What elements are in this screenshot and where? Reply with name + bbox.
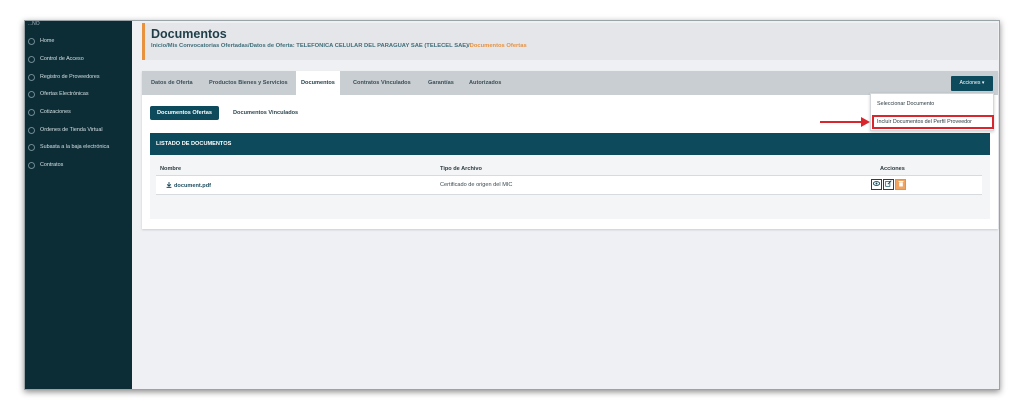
edit-icon [885, 180, 892, 187]
sidebar-item-cotizaciones[interactable]: Cotizaciones [25, 105, 132, 119]
circle-icon [28, 55, 35, 63]
column-header-nombre: Nombre [160, 166, 182, 172]
file-link[interactable]: document.pdf [174, 183, 211, 189]
sidebar-item-registro-proveedores[interactable]: Registro de Proveedores [25, 70, 132, 84]
annotation-arrow-head [861, 117, 870, 127]
sidebar-item-label: Contratos [40, 162, 64, 168]
circle-icon [28, 126, 35, 134]
annotation-arrow [820, 121, 862, 123]
page-title: Documentos [151, 27, 227, 41]
app-window: ...NO Home Control de Acceso Registro de… [24, 20, 1000, 390]
actions-dropdown-menu: Seleccionar Documento Incluir Documentos… [870, 93, 994, 131]
tab-autorizados[interactable]: Autorizados [464, 71, 506, 95]
edit-button[interactable] [883, 179, 894, 190]
actions-dropdown-button[interactable]: Acciones ▾ [951, 76, 993, 91]
file-cell: document.pdf [166, 182, 211, 189]
sidebar-item-subasta[interactable]: Subasta a la baja electrónica [25, 140, 132, 154]
circle-icon [28, 161, 35, 169]
list-title: LISTADO DE DOCUMENTOS [150, 133, 990, 155]
sidebar-item-label: Ordenes de Tienda Virtual [40, 127, 103, 133]
sidebar-item-control-acceso[interactable]: Control de Acceso [25, 52, 132, 66]
circle-icon [28, 90, 35, 98]
row-actions [871, 179, 907, 190]
delete-button[interactable] [895, 179, 906, 190]
sidebar-item-label: Subasta a la baja electrónica [40, 144, 110, 150]
sidebar-item-label: Home [40, 38, 55, 44]
tab-bar: Datos de Oferta Productos Bienes y Servi… [142, 71, 998, 95]
sidebar-item-label: Registro de Proveedores [40, 74, 100, 80]
tab-documentos[interactable]: Documentos [296, 71, 340, 95]
tab-contratos-vinculados[interactable]: Contratos Vinculados [348, 71, 416, 95]
eye-icon [872, 181, 881, 186]
subtab-documentos-ofertas[interactable]: Documentos Ofertas [150, 106, 220, 120]
view-button[interactable] [871, 179, 882, 190]
column-header-tipo: Tipo de Archivo [440, 166, 482, 172]
menu-item-incluir-documentos[interactable]: Incluir Documentos del Perfil Proveedor [877, 119, 972, 125]
sidebar-item-label: Cotizaciones [40, 109, 71, 115]
documents-list: LISTADO DE DOCUMENTOS Nombre Tipo de Arc… [150, 133, 990, 219]
tab-productos[interactable]: Productos Bienes y Servicios [204, 71, 293, 95]
download-icon [166, 182, 172, 188]
subtab-documentos-vinculados[interactable]: Documentos Vinculados [226, 106, 305, 120]
main-content: Documentos Inicio/Mis Convocatorias Ofer… [132, 21, 999, 389]
sidebar-item-ofertas-electronicas[interactable]: Ofertas Electrónicas [25, 87, 132, 101]
breadcrumb-trail[interactable]: Inicio/Mis Convocatorias Ofertadas/Datos… [151, 43, 470, 49]
table-row: document.pdf Certificado de origen del M… [156, 175, 982, 195]
column-header-acciones: Acciones [880, 166, 905, 172]
file-type-cell: Certificado de origen del MIC [440, 182, 513, 188]
sidebar-brand: ...NO [28, 21, 40, 27]
sidebar-item-label: Ofertas Electrónicas [40, 91, 89, 97]
sidebar: ...NO Home Control de Acceso Registro de… [25, 21, 132, 389]
trash-icon [898, 181, 903, 187]
home-icon [28, 37, 35, 45]
tab-datos-oferta[interactable]: Datos de Oferta [146, 71, 198, 95]
tab-garantias[interactable]: Garantías [423, 71, 459, 95]
menu-item-seleccionar-documento[interactable]: Seleccionar Documento [877, 101, 934, 107]
circle-icon [28, 108, 35, 116]
circle-icon [28, 143, 35, 151]
sidebar-item-contratos[interactable]: Contratos [25, 158, 132, 172]
breadcrumb: Inicio/Mis Convocatorias Ofertadas/Datos… [151, 43, 527, 49]
circle-icon [28, 73, 35, 81]
page-header: Documentos Inicio/Mis Convocatorias Ofer… [142, 23, 998, 60]
sidebar-item-ordenes-tienda[interactable]: Ordenes de Tienda Virtual [25, 123, 132, 137]
sidebar-item-home[interactable]: Home [25, 34, 132, 48]
breadcrumb-current: Documentos Ofertas [469, 43, 527, 49]
sidebar-item-label: Control de Acceso [40, 56, 84, 62]
